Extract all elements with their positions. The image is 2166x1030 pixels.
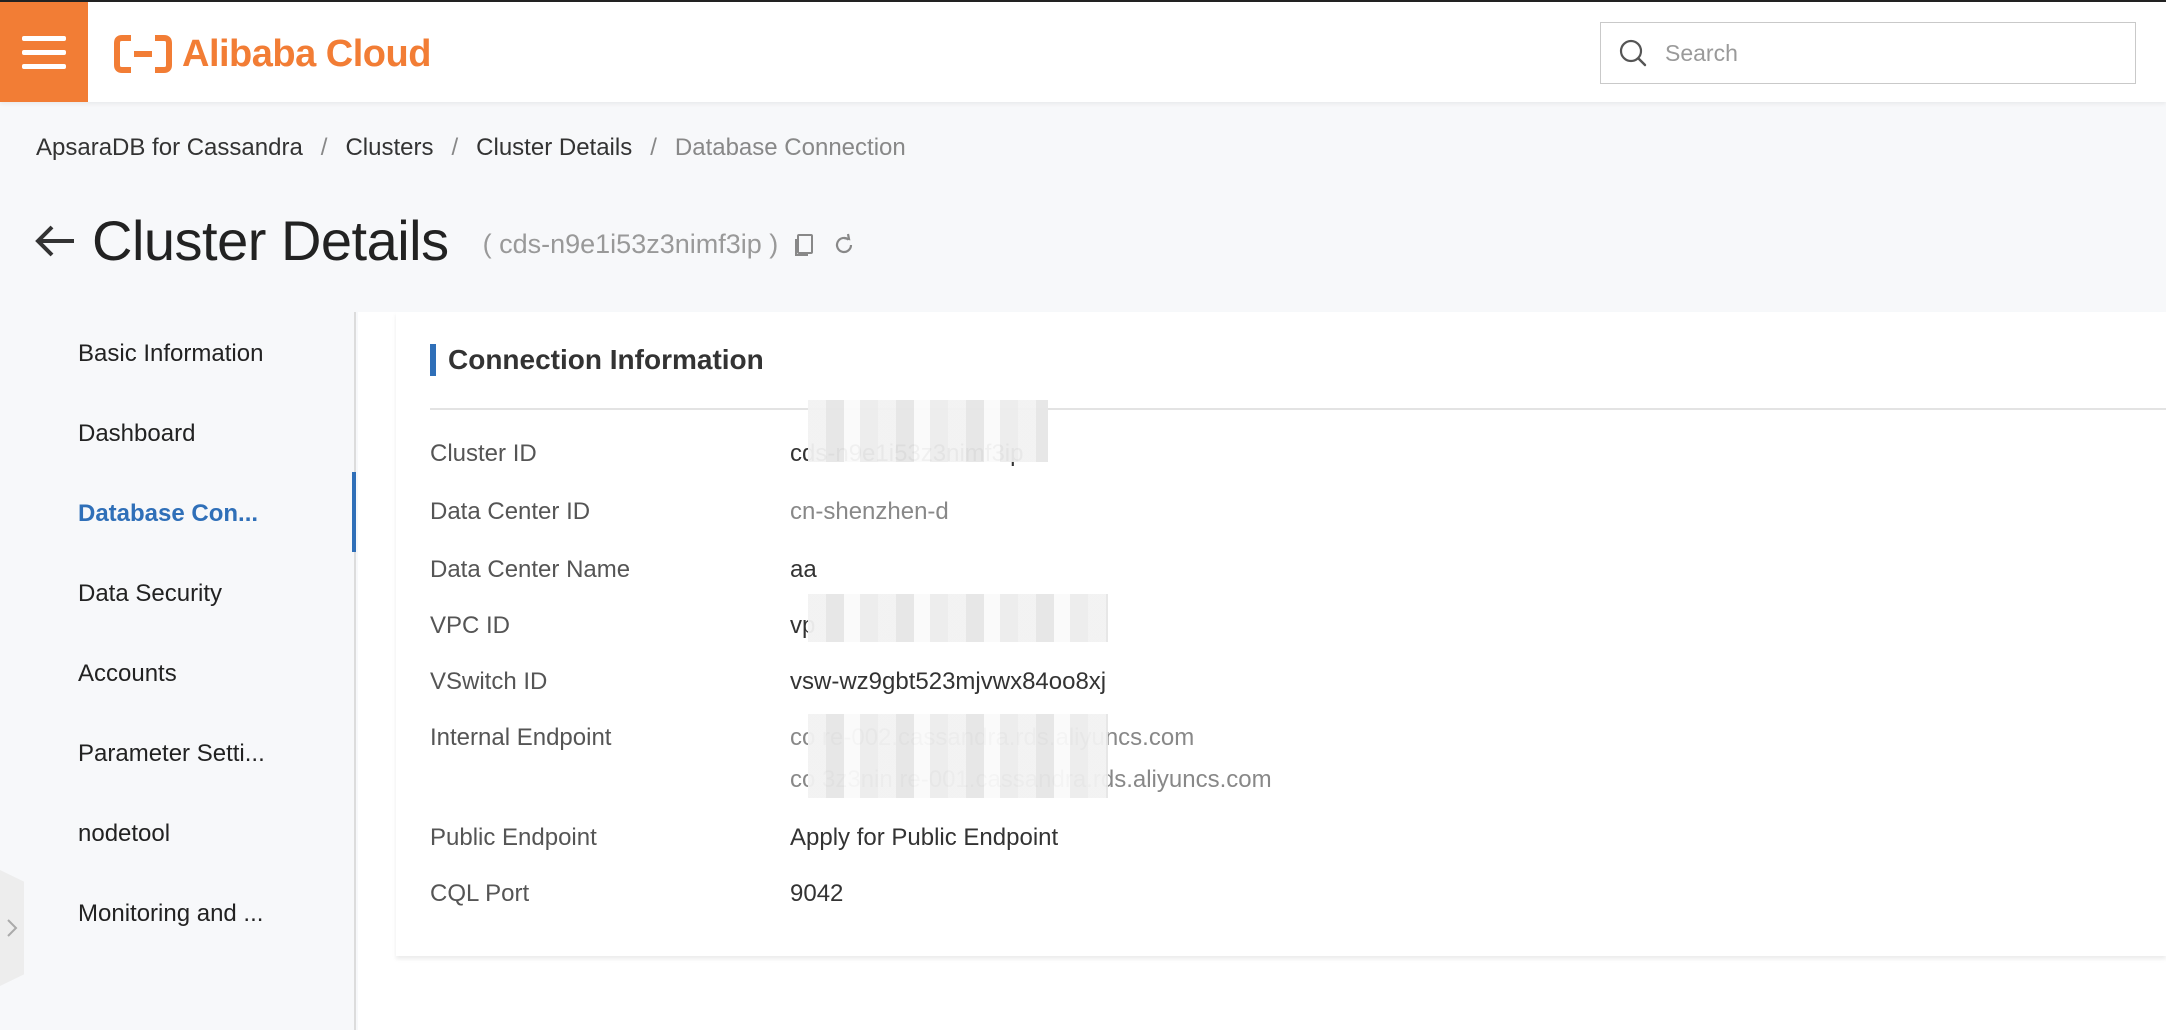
- refresh-icon[interactable]: [830, 231, 858, 259]
- breadcrumb-cluster-details[interactable]: Cluster Details: [476, 134, 632, 162]
- top-bar: Alibaba Cloud: [0, 0, 2166, 102]
- menu-line: [22, 63, 66, 69]
- brand-name: Alibaba Cloud: [182, 32, 431, 75]
- nav-active-indicator: [352, 472, 356, 552]
- nav-parameter-settings[interactable]: Parameter Setti...: [78, 740, 265, 768]
- menu-line: [22, 35, 66, 41]
- back-arrow-icon[interactable]: [34, 219, 78, 263]
- cql-port-value: 9042: [790, 880, 844, 907]
- page-title: Cluster Details: [92, 209, 449, 272]
- vswitch-id-label: VSwitch ID: [430, 668, 548, 695]
- redacted-area: [808, 594, 1108, 642]
- nav-data-security[interactable]: Data Security: [78, 580, 222, 608]
- redacted-area: [808, 400, 1048, 462]
- breadcrumb-separator: /: [320, 134, 328, 161]
- breadcrumb-apsaradb[interactable]: ApsaraDB for Cassandra: [36, 134, 303, 162]
- public-endpoint-label: Public Endpoint: [430, 824, 597, 851]
- breadcrumb-separator: /: [451, 134, 459, 161]
- section-title: Connection Information: [430, 344, 764, 376]
- connection-information-title: Connection Information: [448, 344, 764, 375]
- alibaba-cloud-logo-icon: [114, 35, 172, 73]
- nav-basic-information[interactable]: Basic Information: [78, 340, 263, 368]
- internal-endpoint-label: Internal Endpoint: [430, 724, 612, 751]
- section-title-accent: [430, 344, 436, 376]
- hamburger-menu-button[interactable]: [0, 2, 88, 102]
- apply-public-endpoint-link[interactable]: Apply for Public Endpoint: [790, 824, 1058, 852]
- nav-accounts[interactable]: Accounts: [78, 660, 177, 688]
- data-center-name-value: aa: [790, 556, 817, 583]
- search-box[interactable]: [1600, 22, 2136, 84]
- page-header: Cluster Details ( cds-n9e1i53z3nimf3ip ): [34, 208, 858, 273]
- breadcrumb-database-connection: Database Connection: [674, 134, 906, 161]
- data-center-name-label: Data Center Name: [430, 556, 631, 583]
- vswitch-id-value: vsw-wz9gbt523mjvwx84oo8xj: [790, 668, 1107, 695]
- breadcrumb-clusters[interactable]: Clusters: [345, 134, 433, 162]
- alibaba-cloud-logo[interactable]: Alibaba Cloud: [114, 32, 431, 76]
- copy-icon[interactable]: [790, 231, 818, 259]
- vpc-id-label: VPC ID: [430, 612, 511, 639]
- cluster-id-label: ( cds-n9e1i53z3nimf3ip ): [482, 229, 779, 259]
- search-icon[interactable]: [1601, 23, 1665, 83]
- breadcrumb-separator: /: [650, 134, 657, 161]
- breadcrumb: ApsaraDB for Cassandra / Clusters / Clus…: [36, 134, 906, 162]
- data-center-id-value: cn-shenzhen-d: [790, 498, 949, 525]
- section-divider: [430, 408, 2166, 410]
- data-center-id-label: Data Center ID: [430, 498, 591, 525]
- cluster-id-label: Cluster ID: [430, 440, 537, 467]
- sidebar-collapse-toggle[interactable]: [0, 870, 24, 986]
- menu-line: [22, 49, 66, 55]
- nav-nodetool[interactable]: nodetool: [78, 820, 170, 848]
- nav-monitoring[interactable]: Monitoring and ...: [78, 900, 263, 928]
- cql-port-label: CQL Port: [430, 880, 530, 907]
- nav-dashboard[interactable]: Dashboard: [78, 420, 195, 448]
- nav-database-connection[interactable]: Database Con...: [78, 500, 258, 528]
- redacted-area: [808, 714, 1108, 798]
- search-input[interactable]: [1665, 25, 2135, 81]
- chevron-right-icon: [7, 919, 18, 937]
